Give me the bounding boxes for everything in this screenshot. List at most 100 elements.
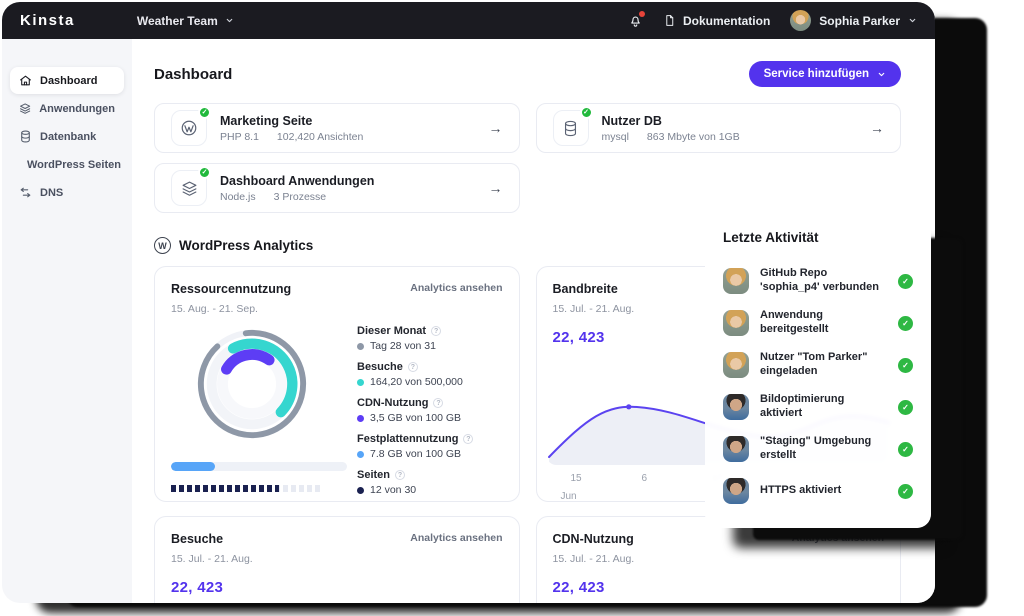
topbar: Kinsta Weather Team Dokumentation Sophia… — [2, 2, 935, 39]
info-icon[interactable]: ? — [463, 434, 473, 444]
notifications-button[interactable] — [628, 13, 643, 28]
avatar — [790, 10, 811, 31]
info-icon[interactable]: ? — [433, 398, 443, 408]
status-ok-badge: ✓ — [580, 106, 593, 119]
legend-dot — [357, 415, 364, 422]
legend-dot — [357, 379, 364, 386]
visits-total: 22, 423 — [171, 579, 503, 596]
sidebar-item-label: DNS — [40, 187, 63, 199]
disk-usage-bar — [171, 462, 347, 471]
database-icon: ✓ — [553, 110, 589, 146]
sidebar-item-label: Datenbank — [40, 131, 96, 143]
resource-donut-chart — [193, 325, 311, 448]
activity-item[interactable]: Anwendung bereitgestellt ✓ — [723, 302, 913, 344]
service-runtime: PHP 8.1 — [220, 131, 259, 143]
wordpress-icon: W — [154, 237, 171, 254]
sidebar-item-wordpress-seiten[interactable]: WordPress Seiten — [10, 151, 124, 178]
activity-text: HTTPS aktiviert — [760, 484, 887, 498]
check-circle-icon: ✓ — [898, 316, 913, 331]
service-card-dashboard-anwendungen[interactable]: ✓ Dashboard Anwendungen Node.js 3 Prozes… — [154, 163, 520, 213]
document-icon — [663, 14, 676, 27]
avatar — [723, 268, 749, 294]
arrow-right-icon[interactable]: → — [489, 180, 503, 196]
avatar — [723, 394, 749, 420]
team-selector-label: Weather Team — [137, 14, 218, 28]
avatar — [723, 352, 749, 378]
activity-text: Bildoptimierung aktiviert — [760, 393, 887, 421]
team-selector[interactable]: Weather Team — [137, 14, 234, 28]
status-ok-badge: ✓ — [198, 166, 211, 179]
services-grid: ✓ Marketing Seite PHP 8.1 102,420 Ansich… — [154, 103, 901, 213]
recent-activity-title: Letzte Aktivität — [723, 230, 913, 245]
legend-label: CDN-Nutzung — [357, 397, 428, 409]
view-analytics-link[interactable]: Analytics ansehen — [410, 532, 502, 544]
pages-usage-bar — [171, 485, 321, 492]
info-icon[interactable]: ? — [408, 362, 418, 372]
check-circle-icon: ✓ — [898, 358, 913, 373]
sidebar-item-label: Dashboard — [40, 75, 97, 87]
service-card-nutzer-db[interactable]: ✓ Nutzer DB mysql 863 Mbyte von 1GB → — [536, 103, 902, 153]
sidebar-item-label: Anwendungen — [39, 103, 115, 115]
info-icon[interactable]: ? — [431, 326, 441, 336]
sidebar-item-datenbank[interactable]: Datenbank — [10, 123, 124, 150]
recent-activity-panel: Letzte Aktivität GitHub Repo 'sophia_p4'… — [705, 210, 931, 528]
sidebar-item-dashboard[interactable]: Dashboard — [10, 67, 124, 94]
stack-icon: ✓ — [171, 170, 207, 206]
user-menu[interactable]: Sophia Parker — [790, 10, 917, 31]
arrow-right-icon[interactable]: → — [870, 120, 884, 136]
sidebar-item-anwendungen[interactable]: Anwendungen — [10, 95, 124, 122]
stack-icon — [19, 102, 31, 115]
dns-globe-icon — [19, 186, 32, 199]
activity-text: Nutzer "Tom Parker" eingeladen — [760, 351, 887, 379]
service-title: Nutzer DB — [602, 114, 740, 128]
view-analytics-link[interactable]: Analytics ansehen — [792, 532, 884, 544]
legend-dot — [357, 343, 364, 350]
chevron-down-icon — [908, 16, 917, 25]
database-icon — [19, 130, 32, 143]
check-circle-icon: ✓ — [898, 484, 913, 499]
avatar — [723, 436, 749, 462]
service-stat: 863 Mbyte von 1GB — [647, 131, 740, 143]
card-title: Ressourcennutzung — [171, 282, 291, 296]
add-service-label: Service hinzufügen — [764, 68, 869, 80]
activity-item[interactable]: Bildoptimierung aktiviert ✓ — [723, 386, 913, 428]
info-icon[interactable]: ? — [395, 470, 405, 480]
status-ok-badge: ✓ — [198, 106, 211, 119]
x-tick: 15 — [571, 473, 582, 484]
user-name: Sophia Parker — [819, 14, 900, 28]
card-title: Bandbreite — [553, 282, 618, 296]
check-circle-icon: ✓ — [898, 442, 913, 457]
card-title: CDN-Nutzung — [553, 532, 634, 546]
kinsta-logo: Kinsta — [20, 12, 75, 29]
cdn-usage-card: CDN-Nutzung Analytics ansehen 15. Jul. -… — [536, 516, 902, 603]
date-range: 15. Jul. - 21. Aug. — [171, 553, 503, 565]
legend-item: CDN-Nutzung ? 3,5 GB von 100 GB — [357, 397, 503, 424]
check-circle-icon: ✓ — [898, 400, 913, 415]
sidebar-item-dns[interactable]: DNS — [10, 179, 124, 206]
activity-item[interactable]: HTTPS aktiviert ✓ — [723, 470, 913, 512]
service-stat: 102,420 Ansichten — [277, 131, 363, 143]
legend-value: 12 von 30 — [370, 484, 416, 496]
cdn-total: 22, 423 — [553, 579, 885, 596]
documentation-label: Dokumentation — [683, 14, 770, 28]
legend-item: Dieser Monat ? Tag 28 von 31 — [357, 325, 503, 352]
legend-dot — [357, 451, 364, 458]
documentation-link[interactable]: Dokumentation — [663, 14, 770, 28]
topbar-right: Dokumentation Sophia Parker — [628, 10, 917, 31]
legend-value: Tag 28 von 31 — [370, 340, 436, 352]
service-stat: 3 Prozesse — [274, 191, 327, 203]
notification-dot — [639, 11, 645, 17]
activity-item[interactable]: Nutzer "Tom Parker" eingeladen ✓ — [723, 344, 913, 386]
legend-label: Besuche — [357, 361, 403, 373]
legend-value: 7.8 GB von 100 GB — [370, 448, 461, 460]
add-service-button[interactable]: Service hinzufügen — [749, 61, 901, 87]
x-axis-month-label: Jun — [561, 491, 577, 502]
legend-value: 164,20 von 500,000 — [370, 376, 463, 388]
service-card-marketing-seite[interactable]: ✓ Marketing Seite PHP 8.1 102,420 Ansich… — [154, 103, 520, 153]
view-analytics-link[interactable]: Analytics ansehen — [410, 282, 502, 294]
arrow-right-icon[interactable]: → — [489, 120, 503, 136]
home-icon — [19, 74, 32, 87]
activity-item[interactable]: GitHub Repo 'sophia_p4' verbunden ✓ — [723, 260, 913, 302]
legend-value: 3,5 GB von 100 GB — [370, 412, 461, 424]
activity-item[interactable]: "Staging" Umgebung erstellt ✓ — [723, 428, 913, 470]
